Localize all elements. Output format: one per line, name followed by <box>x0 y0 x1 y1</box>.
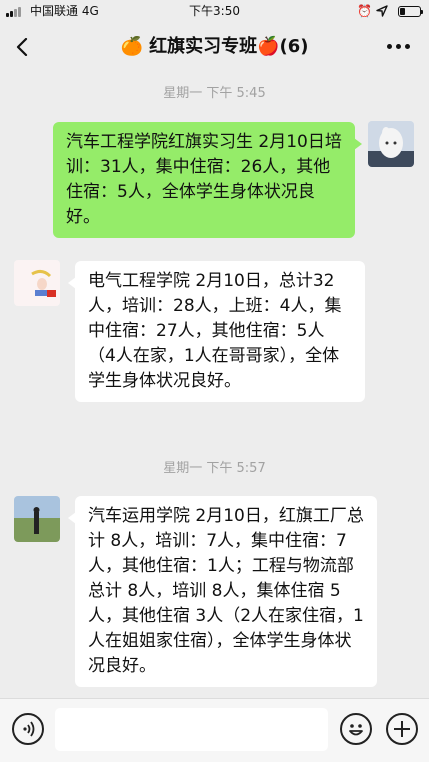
location-icon <box>376 5 388 17</box>
outgoing-message-bubble[interactable]: 汽车工程学院红旗实习生 2月10日培训：31人，集中住宿：26人，其他住宿：5人… <box>53 122 362 238</box>
sender-avatar[interactable] <box>14 260 60 306</box>
more-options-icon[interactable] <box>387 44 411 50</box>
alarm-icon: ⏰ <box>357 4 372 18</box>
incoming-message-bubble[interactable]: 电气工程学院 2月10日，总计32人，培训：28人，上班：4人，集中住宿：27人… <box>68 261 365 402</box>
voice-icon[interactable] <box>12 713 44 745</box>
input-bar <box>0 698 429 762</box>
message-input[interactable] <box>55 708 328 751</box>
sender-avatar[interactable] <box>14 496 60 542</box>
chat-title: 🍊 红旗实习专班🍎(6) <box>120 36 309 57</box>
status-bar: 中国联通 4G 下午3:50 ⏰ <box>0 0 429 22</box>
chat-header: 🍊 红旗实习专班🍎(6) <box>0 22 429 74</box>
battery-icon <box>398 6 423 17</box>
back-icon[interactable] <box>14 38 32 56</box>
message-timestamp: 星期一 下午 5:57 <box>163 461 266 476</box>
emoji-icon[interactable] <box>340 713 372 745</box>
incoming-message-bubble[interactable]: 汽车运用学院 2月10日，红旗工厂总计 8人，培训：7人，集中住宿：7人，其他住… <box>68 496 377 687</box>
message-list[interactable]: 星期一 下午 5:45 汽车工程学院红旗实习生 2月10日培训：31人，集中住宿… <box>0 74 429 698</box>
my-avatar[interactable] <box>368 121 414 167</box>
message-timestamp: 星期一 下午 5:45 <box>163 86 266 101</box>
plus-icon[interactable] <box>386 713 418 745</box>
